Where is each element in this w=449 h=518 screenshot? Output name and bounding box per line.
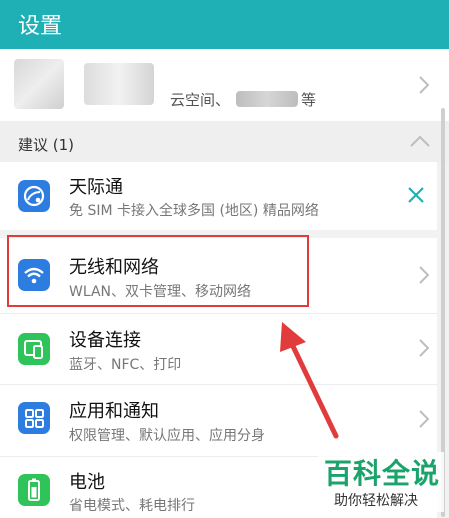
- settings-title-apps: 应用和通知: [69, 401, 159, 422]
- close-icon[interactable]: [407, 186, 425, 204]
- settings-title-device-connection: 设备连接: [69, 330, 141, 351]
- chevron-right-icon: [419, 76, 429, 94]
- settings-subtitle-device-connection: 蓝牙、NFC、打印: [69, 357, 182, 373]
- account-row[interactable]: 云空间、 等: [0, 49, 449, 121]
- watermark-subtitle: 助你轻松解决: [334, 493, 418, 509]
- suggestion-subtitle: 免 SIM 卡接入全球多国 (地区) 精品网络: [69, 203, 319, 219]
- page-title: 设置: [18, 14, 63, 39]
- suggestions-label: 建议 (1): [18, 136, 75, 154]
- globe-icon: [18, 180, 50, 212]
- settings-subtitle-apps: 权限管理、默认应用、应用分身: [69, 428, 265, 444]
- red-arrow-icon: [280, 322, 339, 439]
- header-bar: 设置: [0, 0, 449, 49]
- account-subtitle-part1: 云空间、: [170, 91, 231, 109]
- chevron-up-icon[interactable]: [409, 132, 431, 150]
- watermark: 百科全说 助你轻松解决: [318, 452, 444, 512]
- chevron-right-icon: [419, 339, 429, 357]
- avatar: [14, 59, 64, 109]
- watermark-title: 百科全说: [324, 457, 441, 490]
- highlight-box: [7, 235, 309, 307]
- battery-icon: [18, 474, 50, 506]
- settings-item-apps[interactable]: 应用和通知 权限管理、默认应用、应用分身: [0, 384, 437, 457]
- suggestion-item-skytone[interactable]: 天际通 免 SIM 卡接入全球多国 (地区) 精品网络: [0, 162, 437, 230]
- apps-icon: [18, 402, 50, 434]
- account-subtitle-part2: 等: [301, 91, 317, 109]
- device-connect-icon: [18, 333, 50, 365]
- chevron-right-icon: [419, 410, 429, 428]
- suggestions-header[interactable]: 建议 (1): [0, 121, 449, 162]
- settings-subtitle-battery: 省电模式、耗电排行: [69, 498, 195, 514]
- settings-item-device-connection[interactable]: 设备连接 蓝牙、NFC、打印: [0, 313, 437, 385]
- account-name-blurred: [84, 63, 154, 105]
- suggestion-title: 天际通: [69, 177, 123, 198]
- chevron-right-icon: [419, 266, 429, 284]
- account-subtitle-blurred: [236, 91, 298, 107]
- settings-title-battery: 电池: [69, 472, 105, 493]
